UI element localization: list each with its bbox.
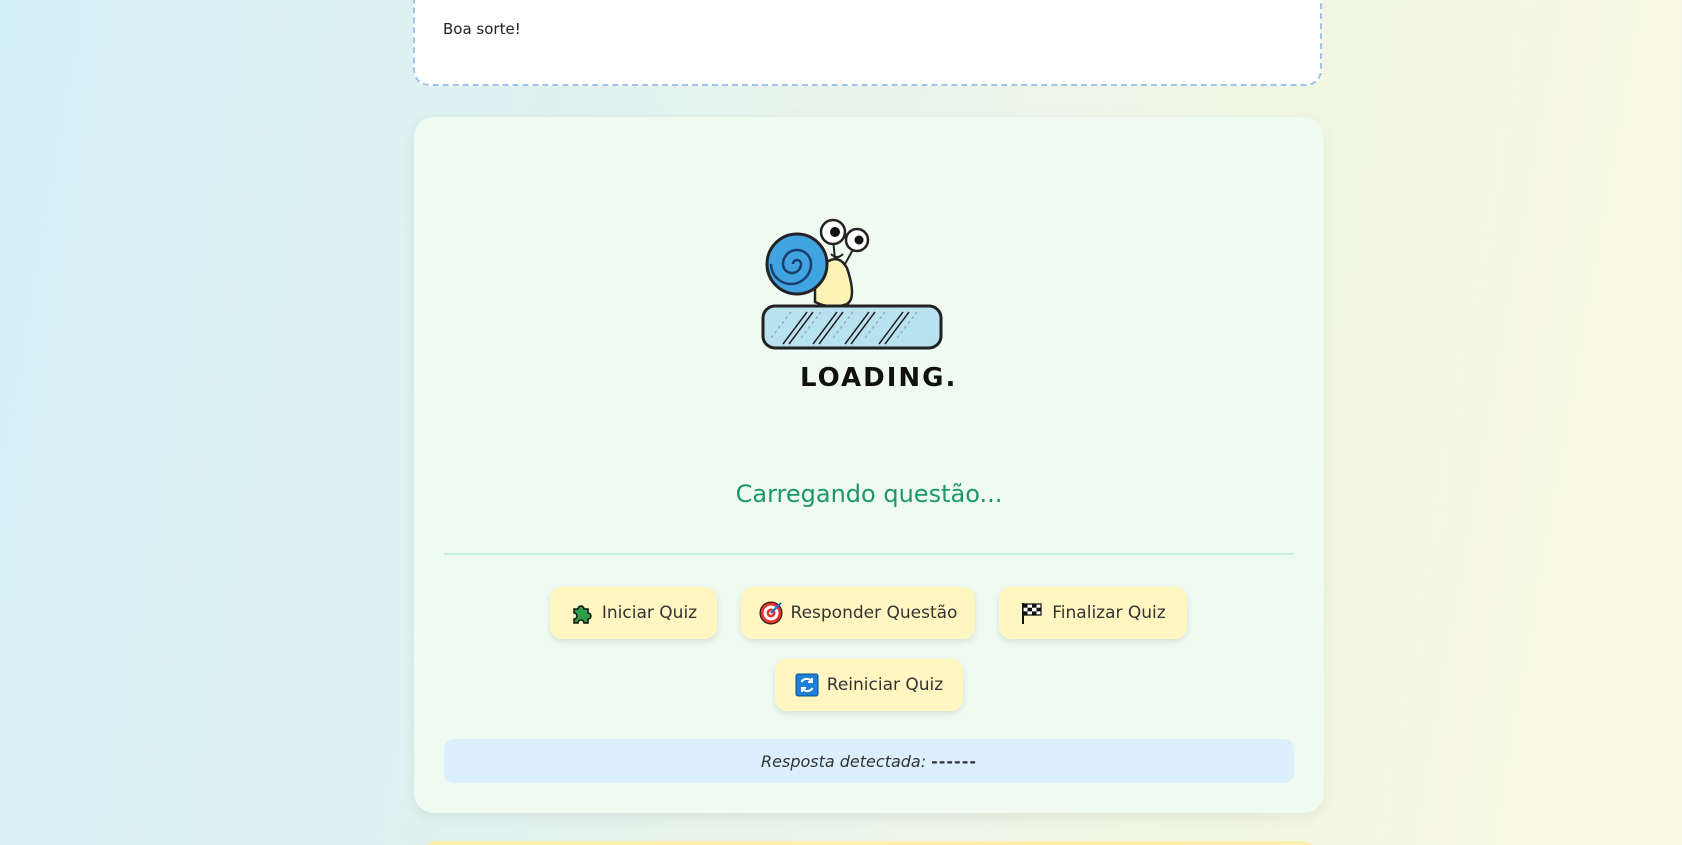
divider bbox=[444, 553, 1294, 555]
loading-status: Carregando questão... bbox=[735, 480, 1003, 508]
good-luck-text: Boa sorte! bbox=[443, 20, 521, 38]
start-quiz-label: Iniciar Quiz bbox=[601, 603, 698, 623]
detected-answer-value: ------ bbox=[931, 751, 977, 771]
next-section-card bbox=[420, 841, 1318, 845]
target-icon bbox=[759, 601, 783, 625]
restart-quiz-label: Reiniciar Quiz bbox=[826, 675, 944, 695]
finish-quiz-label: Finalizar Quiz bbox=[1052, 603, 1166, 623]
finish-quiz-button[interactable]: Finalizar Quiz bbox=[999, 587, 1187, 639]
answer-question-label: Responder Questão bbox=[790, 603, 958, 623]
restart-quiz-button[interactable]: Reiniciar Quiz bbox=[775, 659, 963, 711]
start-quiz-button[interactable]: Iniciar Quiz bbox=[550, 587, 717, 639]
puzzle-piece-icon bbox=[570, 601, 594, 625]
answer-question-button[interactable]: Responder Questão bbox=[741, 587, 975, 639]
loading-text: LOADING... bbox=[800, 363, 955, 393]
instructions-card bbox=[413, 0, 1322, 86]
refresh-icon bbox=[795, 673, 819, 697]
detected-answer-label: Resposta detectada: bbox=[761, 751, 927, 771]
detected-answer-box: Resposta detectada: ------ bbox=[444, 739, 1294, 783]
checkered-flag-icon bbox=[1020, 601, 1044, 625]
snail-loading-illustration: LOADING... bbox=[761, 218, 955, 393]
